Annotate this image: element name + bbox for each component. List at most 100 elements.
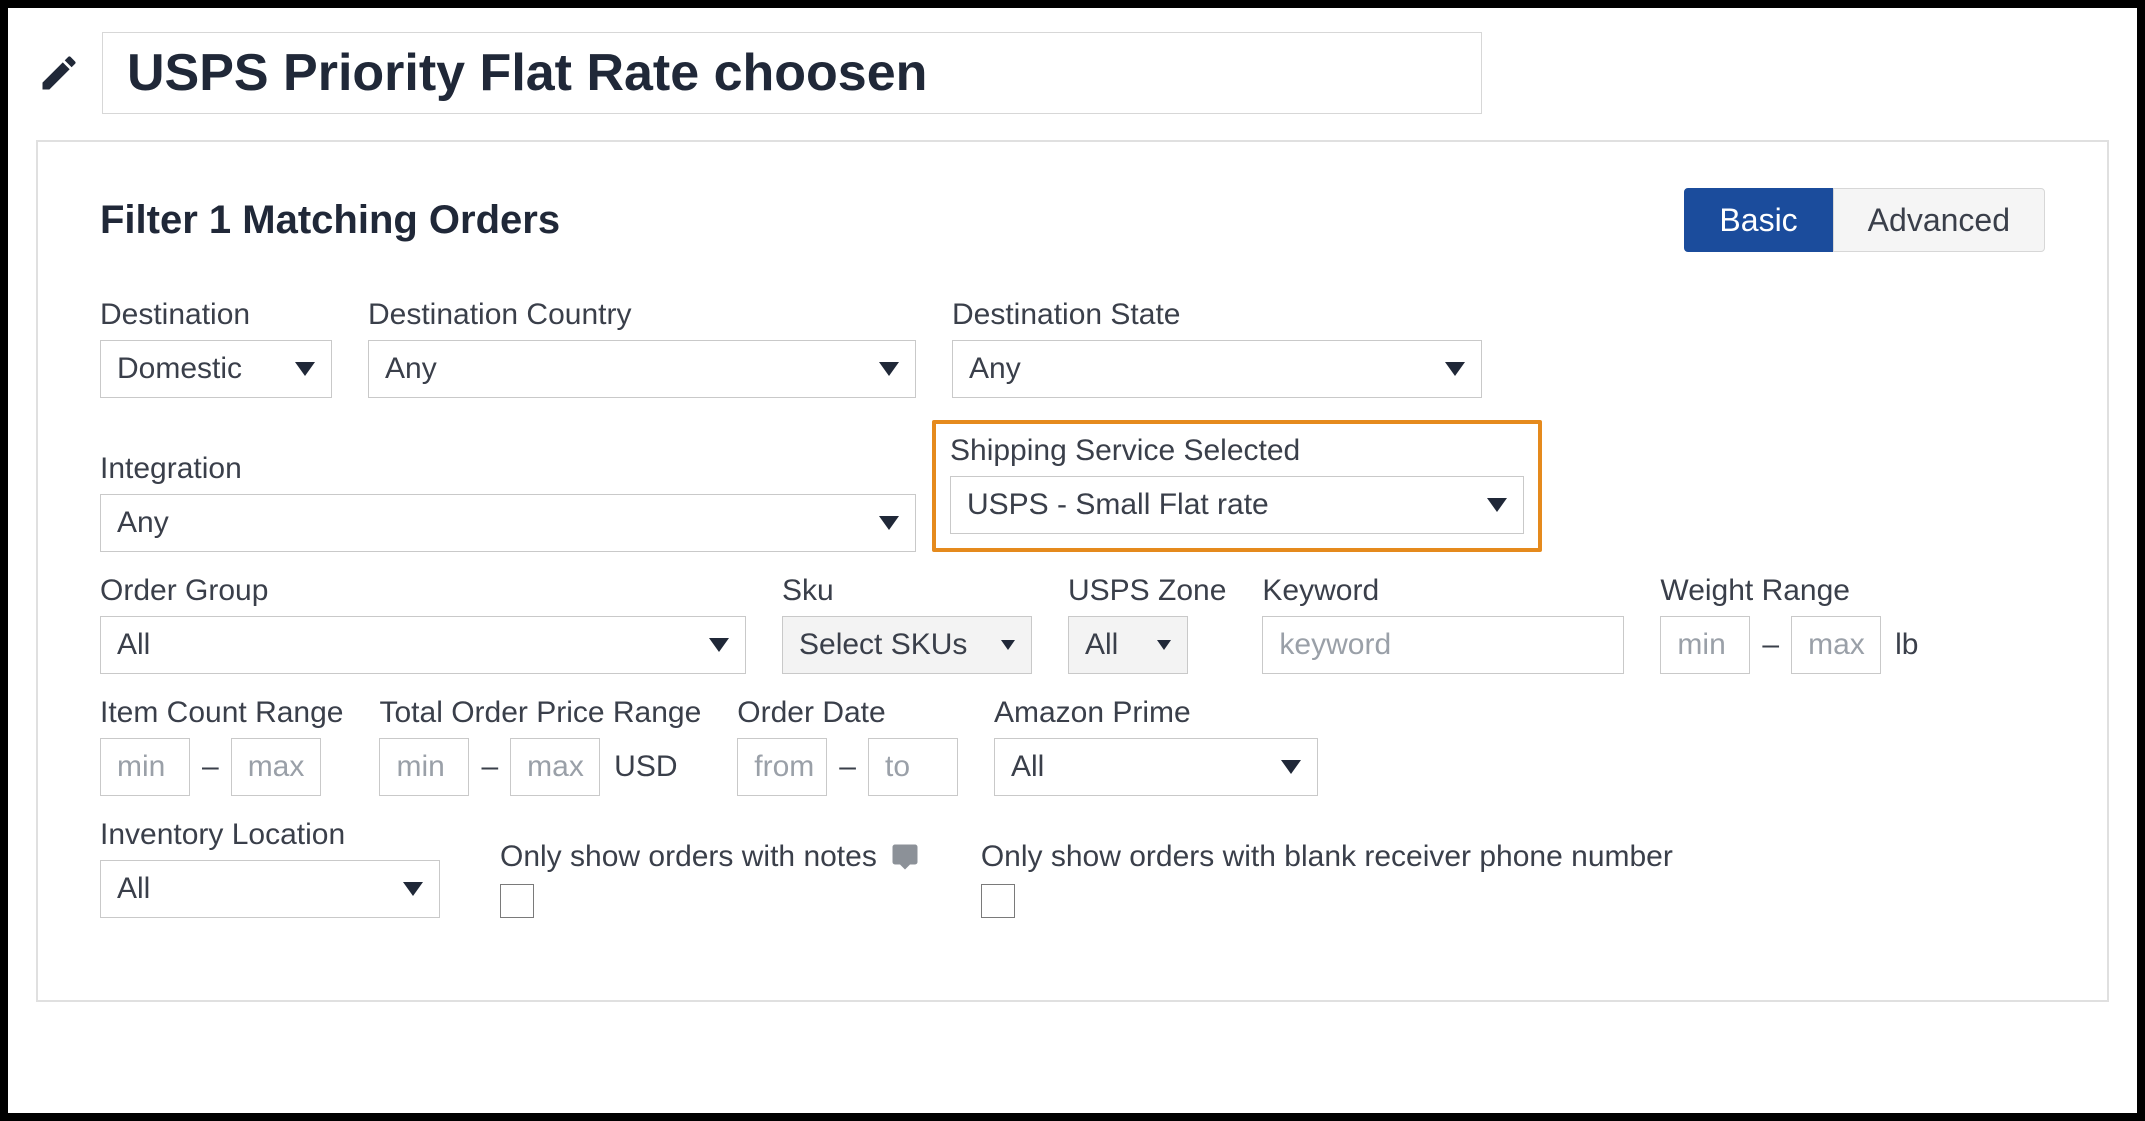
usps-zone-button[interactable]: All <box>1068 616 1188 674</box>
range-dash: – <box>198 750 223 784</box>
chevron-down-icon <box>879 362 899 376</box>
only-notes-group: Only show orders with notes <box>500 840 921 918</box>
advanced-toggle[interactable]: Advanced <box>1833 188 2045 252</box>
view-toggle-group: Basic Advanced <box>1684 188 2045 252</box>
only-blank-phone-group: Only show orders with blank receiver pho… <box>981 840 1673 918</box>
inventory-location-label: Inventory Location <box>100 818 440 852</box>
row-2: Integration Any Shipping Service Selecte… <box>100 420 2045 552</box>
only-notes-label: Only show orders with notes <box>500 840 877 874</box>
range-dash: – <box>1758 628 1783 662</box>
destination-country-select[interactable]: Any <box>368 340 916 398</box>
inventory-location-select[interactable]: All <box>100 860 440 918</box>
row-1: Destination Domestic Destination Country… <box>100 298 2045 398</box>
item-count-range-inputs: min – max <box>100 738 343 796</box>
range-dash: – <box>477 750 502 784</box>
weight-min-placeholder: min <box>1677 628 1725 662</box>
amazon-prime-label: Amazon Prime <box>994 696 1318 730</box>
destination-state-value: Any <box>969 352 1021 386</box>
weight-range-field: Weight Range min – max lb <box>1660 574 1918 674</box>
window: USPS Priority Flat Rate choosen Filter 1… <box>0 0 2145 1121</box>
chevron-down-icon <box>709 638 729 652</box>
destination-country-field: Destination Country Any <box>368 298 916 398</box>
order-group-select[interactable]: All <box>100 616 746 674</box>
destination-country-label: Destination Country <box>368 298 916 332</box>
chevron-down-icon <box>1281 760 1301 774</box>
panel-header: Filter 1 Matching Orders Basic Advanced <box>100 188 2045 252</box>
total-price-max-input[interactable]: max <box>510 738 600 796</box>
amazon-prime-select[interactable]: All <box>994 738 1318 796</box>
shipping-service-value: USPS - Small Flat rate <box>967 488 1269 522</box>
row-5: Inventory Location All Only show orders … <box>100 818 2045 918</box>
order-date-field: Order Date from – to <box>737 696 958 796</box>
range-dash: – <box>835 750 860 784</box>
total-price-min-input[interactable]: min <box>379 738 469 796</box>
shipping-service-highlight: Shipping Service Selected USPS - Small F… <box>932 420 1542 552</box>
order-group-label: Order Group <box>100 574 746 608</box>
inventory-location-value: All <box>117 872 150 906</box>
pencil-icon[interactable] <box>36 50 82 96</box>
usps-zone-field: USPS Zone All <box>1068 574 1226 674</box>
destination-state-select[interactable]: Any <box>952 340 1482 398</box>
total-price-unit: USD <box>608 750 677 784</box>
usps-zone-label: USPS Zone <box>1068 574 1226 608</box>
keyword-label: Keyword <box>1262 574 1624 608</box>
weight-unit: lb <box>1889 628 1918 662</box>
chat-icon <box>889 843 921 871</box>
order-date-inputs: from – to <box>737 738 958 796</box>
chevron-down-icon <box>295 362 315 376</box>
inventory-location-field: Inventory Location All <box>100 818 440 918</box>
only-blank-phone-checkbox[interactable] <box>981 884 1015 918</box>
chevron-down-icon <box>1001 640 1015 650</box>
destination-field: Destination Domestic <box>100 298 332 398</box>
order-group-value: All <box>117 628 150 662</box>
usps-zone-value: All <box>1085 628 1118 662</box>
weight-max-input[interactable]: max <box>1791 616 1881 674</box>
keyword-placeholder: keyword <box>1279 628 1391 662</box>
item-count-min-input[interactable]: min <box>100 738 190 796</box>
rule-title-input[interactable]: USPS Priority Flat Rate choosen <box>102 32 1482 114</box>
only-notes-checkbox[interactable] <box>500 884 534 918</box>
shipping-service-select[interactable]: USPS - Small Flat rate <box>950 476 1524 534</box>
total-price-range-field: Total Order Price Range min – max USD <box>379 696 701 796</box>
destination-label: Destination <box>100 298 332 332</box>
item-count-range-label: Item Count Range <box>100 696 343 730</box>
order-date-label: Order Date <box>737 696 958 730</box>
weight-max-placeholder: max <box>1808 628 1865 662</box>
integration-select[interactable]: Any <box>100 494 916 552</box>
total-price-range-inputs: min – max USD <box>379 738 701 796</box>
item-count-max-input[interactable]: max <box>231 738 321 796</box>
total-price-max-placeholder: max <box>527 750 584 784</box>
chevron-down-icon <box>1157 640 1171 650</box>
only-blank-phone-label: Only show orders with blank receiver pho… <box>981 840 1673 874</box>
destination-select[interactable]: Domestic <box>100 340 332 398</box>
chevron-down-icon <box>1445 362 1465 376</box>
chevron-down-icon <box>879 516 899 530</box>
destination-value: Domestic <box>117 352 242 386</box>
keyword-input[interactable]: keyword <box>1262 616 1624 674</box>
item-count-range-field: Item Count Range min – max <box>100 696 343 796</box>
item-count-max-placeholder: max <box>248 750 305 784</box>
amazon-prime-value: All <box>1011 750 1044 784</box>
sku-label: Sku <box>782 574 1032 608</box>
select-skus-text: Select SKUs <box>799 628 967 662</box>
total-price-min-placeholder: min <box>396 750 444 784</box>
weight-range-label: Weight Range <box>1660 574 1918 608</box>
filter-panel: Filter 1 Matching Orders Basic Advanced … <box>36 140 2109 1002</box>
order-date-from-placeholder: from <box>754 750 814 784</box>
weight-min-input[interactable]: min <box>1660 616 1750 674</box>
weight-range-inputs: min – max lb <box>1660 616 1918 674</box>
item-count-min-placeholder: min <box>117 750 165 784</box>
order-group-field: Order Group All <box>100 574 746 674</box>
destination-state-label: Destination State <box>952 298 1482 332</box>
order-date-from-input[interactable]: from <box>737 738 827 796</box>
title-row: USPS Priority Flat Rate choosen <box>36 32 2109 114</box>
total-price-range-label: Total Order Price Range <box>379 696 701 730</box>
sku-field: Sku Select SKUs <box>782 574 1032 674</box>
keyword-field: Keyword keyword <box>1262 574 1624 674</box>
basic-toggle[interactable]: Basic <box>1684 188 1832 252</box>
shipping-service-field: Shipping Service Selected USPS - Small F… <box>950 434 1524 534</box>
destination-country-value: Any <box>385 352 437 386</box>
order-date-to-input[interactable]: to <box>868 738 958 796</box>
select-skus-button[interactable]: Select SKUs <box>782 616 1032 674</box>
integration-field: Integration Any <box>100 452 916 552</box>
